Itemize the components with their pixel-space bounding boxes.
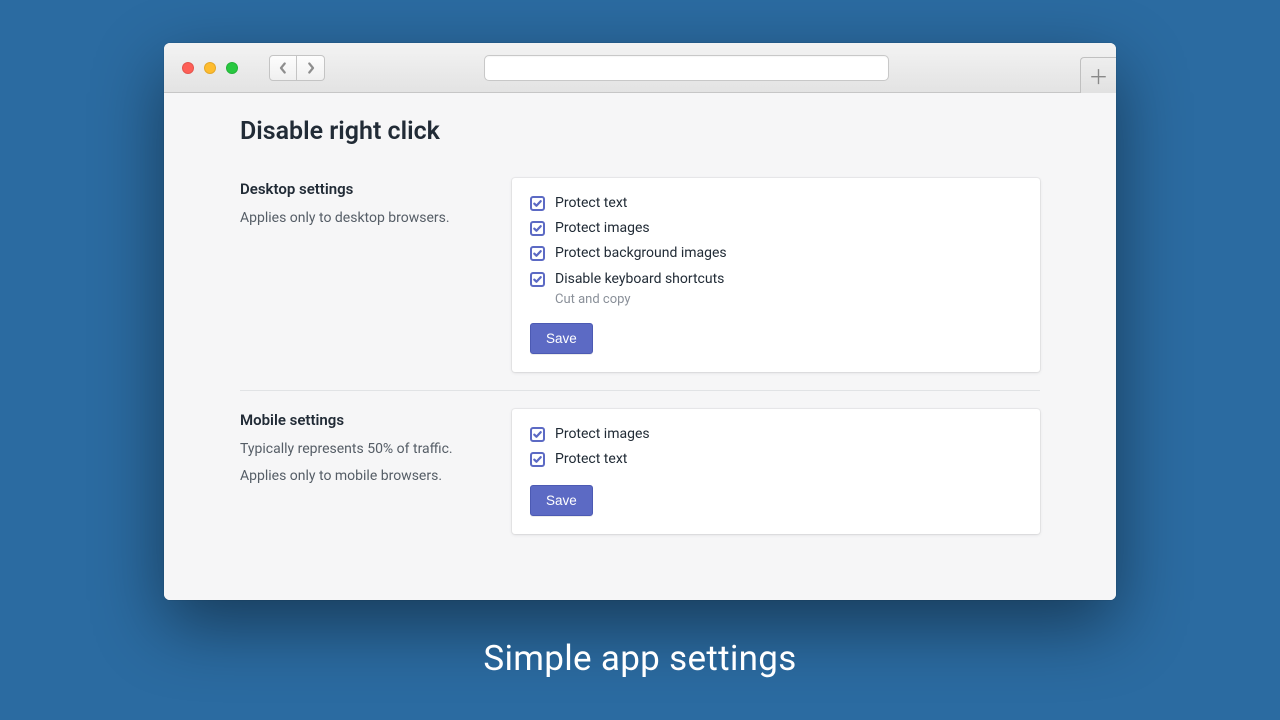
- traffic-lights: [182, 62, 238, 74]
- page-title: Disable right click: [240, 117, 1040, 146]
- checkbox-icon: [530, 427, 545, 442]
- new-tab-button[interactable]: ＋: [1080, 57, 1116, 93]
- page-content: Disable right click Desktop settings App…: [164, 93, 1116, 600]
- shortcuts-helper-text: Cut and copy: [555, 292, 1022, 307]
- desktop-settings-card: Protect text Protect images Protect back…: [512, 178, 1040, 372]
- section-divider: [240, 390, 1040, 391]
- checkbox-icon: [530, 221, 545, 236]
- checkbox-mobile-protect-text[interactable]: Protect text: [530, 450, 1022, 468]
- checkbox-icon: [530, 452, 545, 467]
- plus-icon: ＋: [1089, 61, 1109, 90]
- checkbox-label: Protect text: [555, 450, 627, 468]
- window-minimize-button[interactable]: [204, 62, 216, 74]
- checkbox-disable-shortcuts[interactable]: Disable keyboard shortcuts: [530, 270, 1022, 288]
- checkbox-label: Protect images: [555, 425, 650, 443]
- section-desktop-desc: Applies only to desktop browsers.: [240, 208, 492, 230]
- window-close-button[interactable]: [182, 62, 194, 74]
- chevron-left-icon: [278, 62, 288, 74]
- checkbox-mobile-protect-images[interactable]: Protect images: [530, 425, 1022, 443]
- section-mobile-desc1: Typically represents 50% of traffic.: [240, 439, 492, 461]
- url-bar[interactable]: [484, 55, 889, 81]
- forward-button[interactable]: [297, 55, 325, 81]
- checkbox-icon: [530, 246, 545, 261]
- section-mobile-title: Mobile settings: [240, 411, 492, 429]
- checkbox-protect-text[interactable]: Protect text: [530, 194, 1022, 212]
- chevron-right-icon: [306, 62, 316, 74]
- window-maximize-button[interactable]: [226, 62, 238, 74]
- mobile-settings-card: Protect images Protect text Save: [512, 409, 1040, 534]
- checkbox-label: Protect background images: [555, 244, 727, 262]
- checkbox-label: Protect text: [555, 194, 627, 212]
- checkbox-label: Protect images: [555, 219, 650, 237]
- section-desktop-title: Desktop settings: [240, 180, 492, 198]
- back-button[interactable]: [269, 55, 297, 81]
- desktop-save-button[interactable]: Save: [530, 323, 593, 354]
- checkbox-icon: [530, 196, 545, 211]
- browser-chrome: ＋: [164, 43, 1116, 93]
- section-mobile-info: Mobile settings Typically represents 50%…: [240, 409, 492, 494]
- checkbox-protect-images[interactable]: Protect images: [530, 219, 1022, 237]
- mobile-save-button[interactable]: Save: [530, 485, 593, 516]
- checkbox-protect-bg-images[interactable]: Protect background images: [530, 244, 1022, 262]
- slide-caption: Simple app settings: [0, 638, 1280, 679]
- browser-window: ＋ Disable right click Desktop settings A…: [164, 43, 1116, 600]
- checkbox-icon: [530, 272, 545, 287]
- nav-buttons: [269, 55, 325, 81]
- checkbox-label: Disable keyboard shortcuts: [555, 270, 724, 288]
- section-desktop-info: Desktop settings Applies only to desktop…: [240, 178, 492, 236]
- section-mobile-desc2: Applies only to mobile browsers.: [240, 466, 492, 488]
- section-mobile: Mobile settings Typically represents 50%…: [240, 409, 1040, 534]
- section-desktop: Desktop settings Applies only to desktop…: [240, 178, 1040, 372]
